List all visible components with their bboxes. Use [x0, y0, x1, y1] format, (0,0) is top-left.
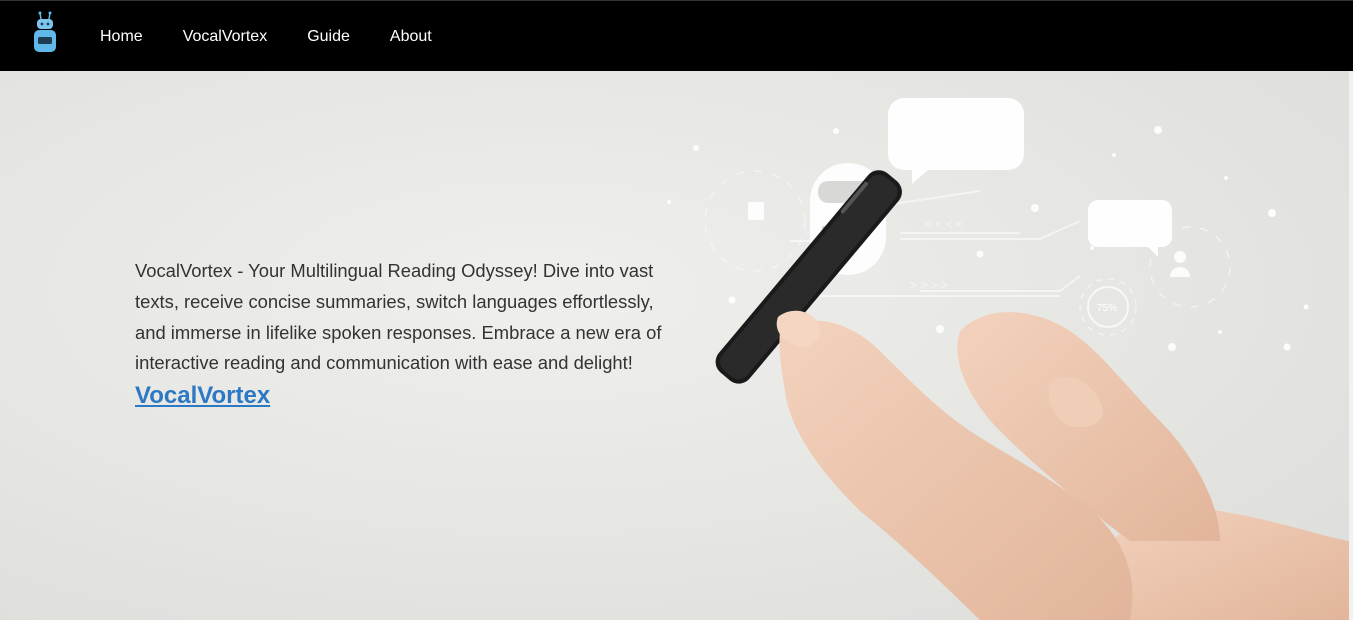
robot-icon[interactable]: [31, 11, 59, 55]
top-navbar: Home VocalVortex Guide About: [0, 0, 1353, 71]
hand-phone-illustration: < < < < > > > > 75%: [667, 98, 1349, 620]
nav-vocalvortex[interactable]: VocalVortex: [183, 28, 268, 46]
progress-text: 75%: [1097, 303, 1117, 314]
nav-home[interactable]: Home: [100, 28, 143, 46]
nav-about[interactable]: About: [390, 28, 432, 46]
svg-text:> > > >: > > > >: [910, 278, 948, 292]
nav-guide[interactable]: Guide: [307, 28, 350, 46]
hero-description: VocalVortex - Your Multilingual Reading …: [135, 260, 662, 374]
nav-links: Home VocalVortex Guide About: [100, 1, 472, 72]
hero-vocalvortex-link[interactable]: VocalVortex: [135, 382, 270, 410]
hero-section: < < < < > > > > 75% VocalVortex - Your M…: [0, 71, 1349, 620]
svg-text:< < < <: < < < <: [925, 217, 963, 231]
scrollbar[interactable]: [1349, 71, 1353, 620]
